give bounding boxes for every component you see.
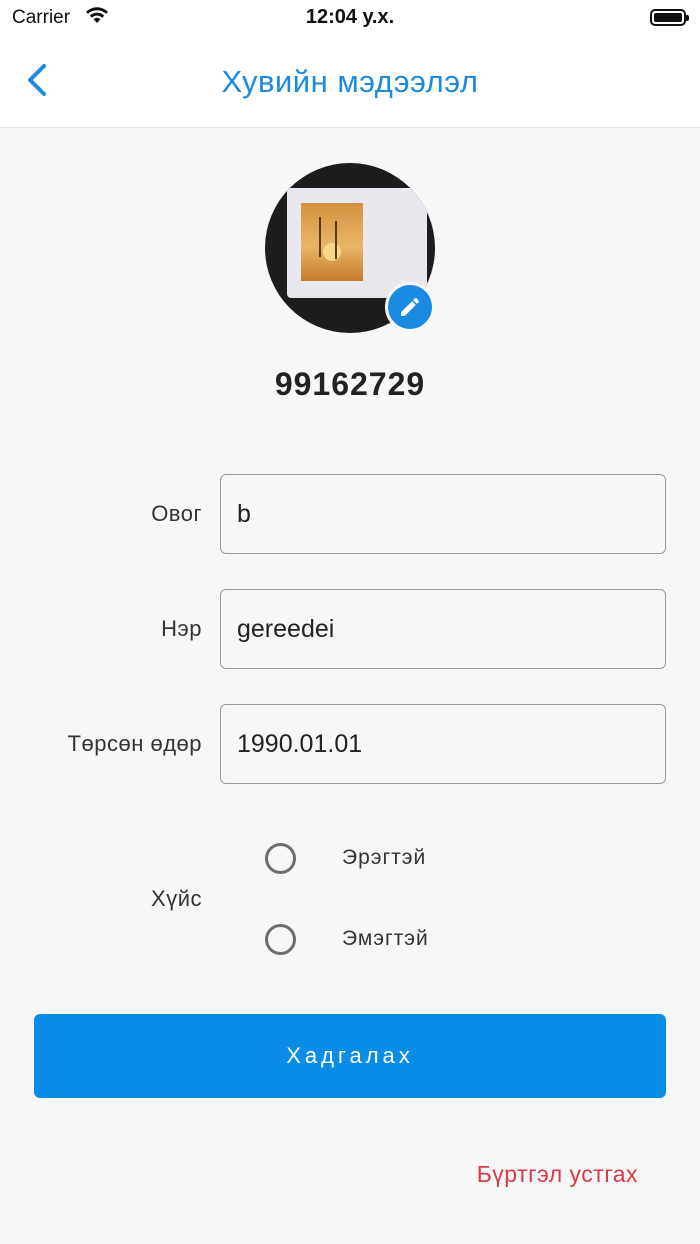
birth-date-label: Төрсөн өдөр (67, 731, 202, 756)
first-name-field[interactable] (220, 589, 666, 669)
gender-female-radio[interactable] (265, 924, 296, 955)
page-title: Хувийн мэдээлэл (221, 64, 479, 99)
profile-screen: Carrier 12:04 у.х. Хувийн мэдээлэл 99162… (0, 0, 700, 1244)
battery-icon (650, 9, 689, 26)
last-name-field[interactable] (220, 474, 666, 554)
gender-male-radio[interactable] (265, 843, 296, 874)
last-name-label: Овог (151, 501, 202, 526)
edit-avatar-button[interactable] (385, 282, 435, 332)
birth-date-field[interactable] (220, 704, 666, 784)
gender-label: Хүйс (151, 886, 202, 911)
navigation-bar: Хувийн мэдээлэл (0, 40, 700, 128)
phone-number: 99162729 (274, 366, 426, 402)
clock: 12:04 у.х. (305, 6, 395, 28)
pencil-icon (401, 297, 419, 316)
delete-account-button[interactable]: Бүртгэл устгах (477, 1161, 638, 1188)
save-button[interactable]: Хадгалах (34, 1014, 666, 1098)
gender-male-label[interactable]: Эрэгтэй (342, 846, 426, 870)
status-bar: Carrier 12:04 у.х. (0, 0, 700, 40)
first-name-label: Нэр (161, 616, 202, 641)
gender-female-label[interactable]: Эмэгтэй (342, 927, 429, 951)
